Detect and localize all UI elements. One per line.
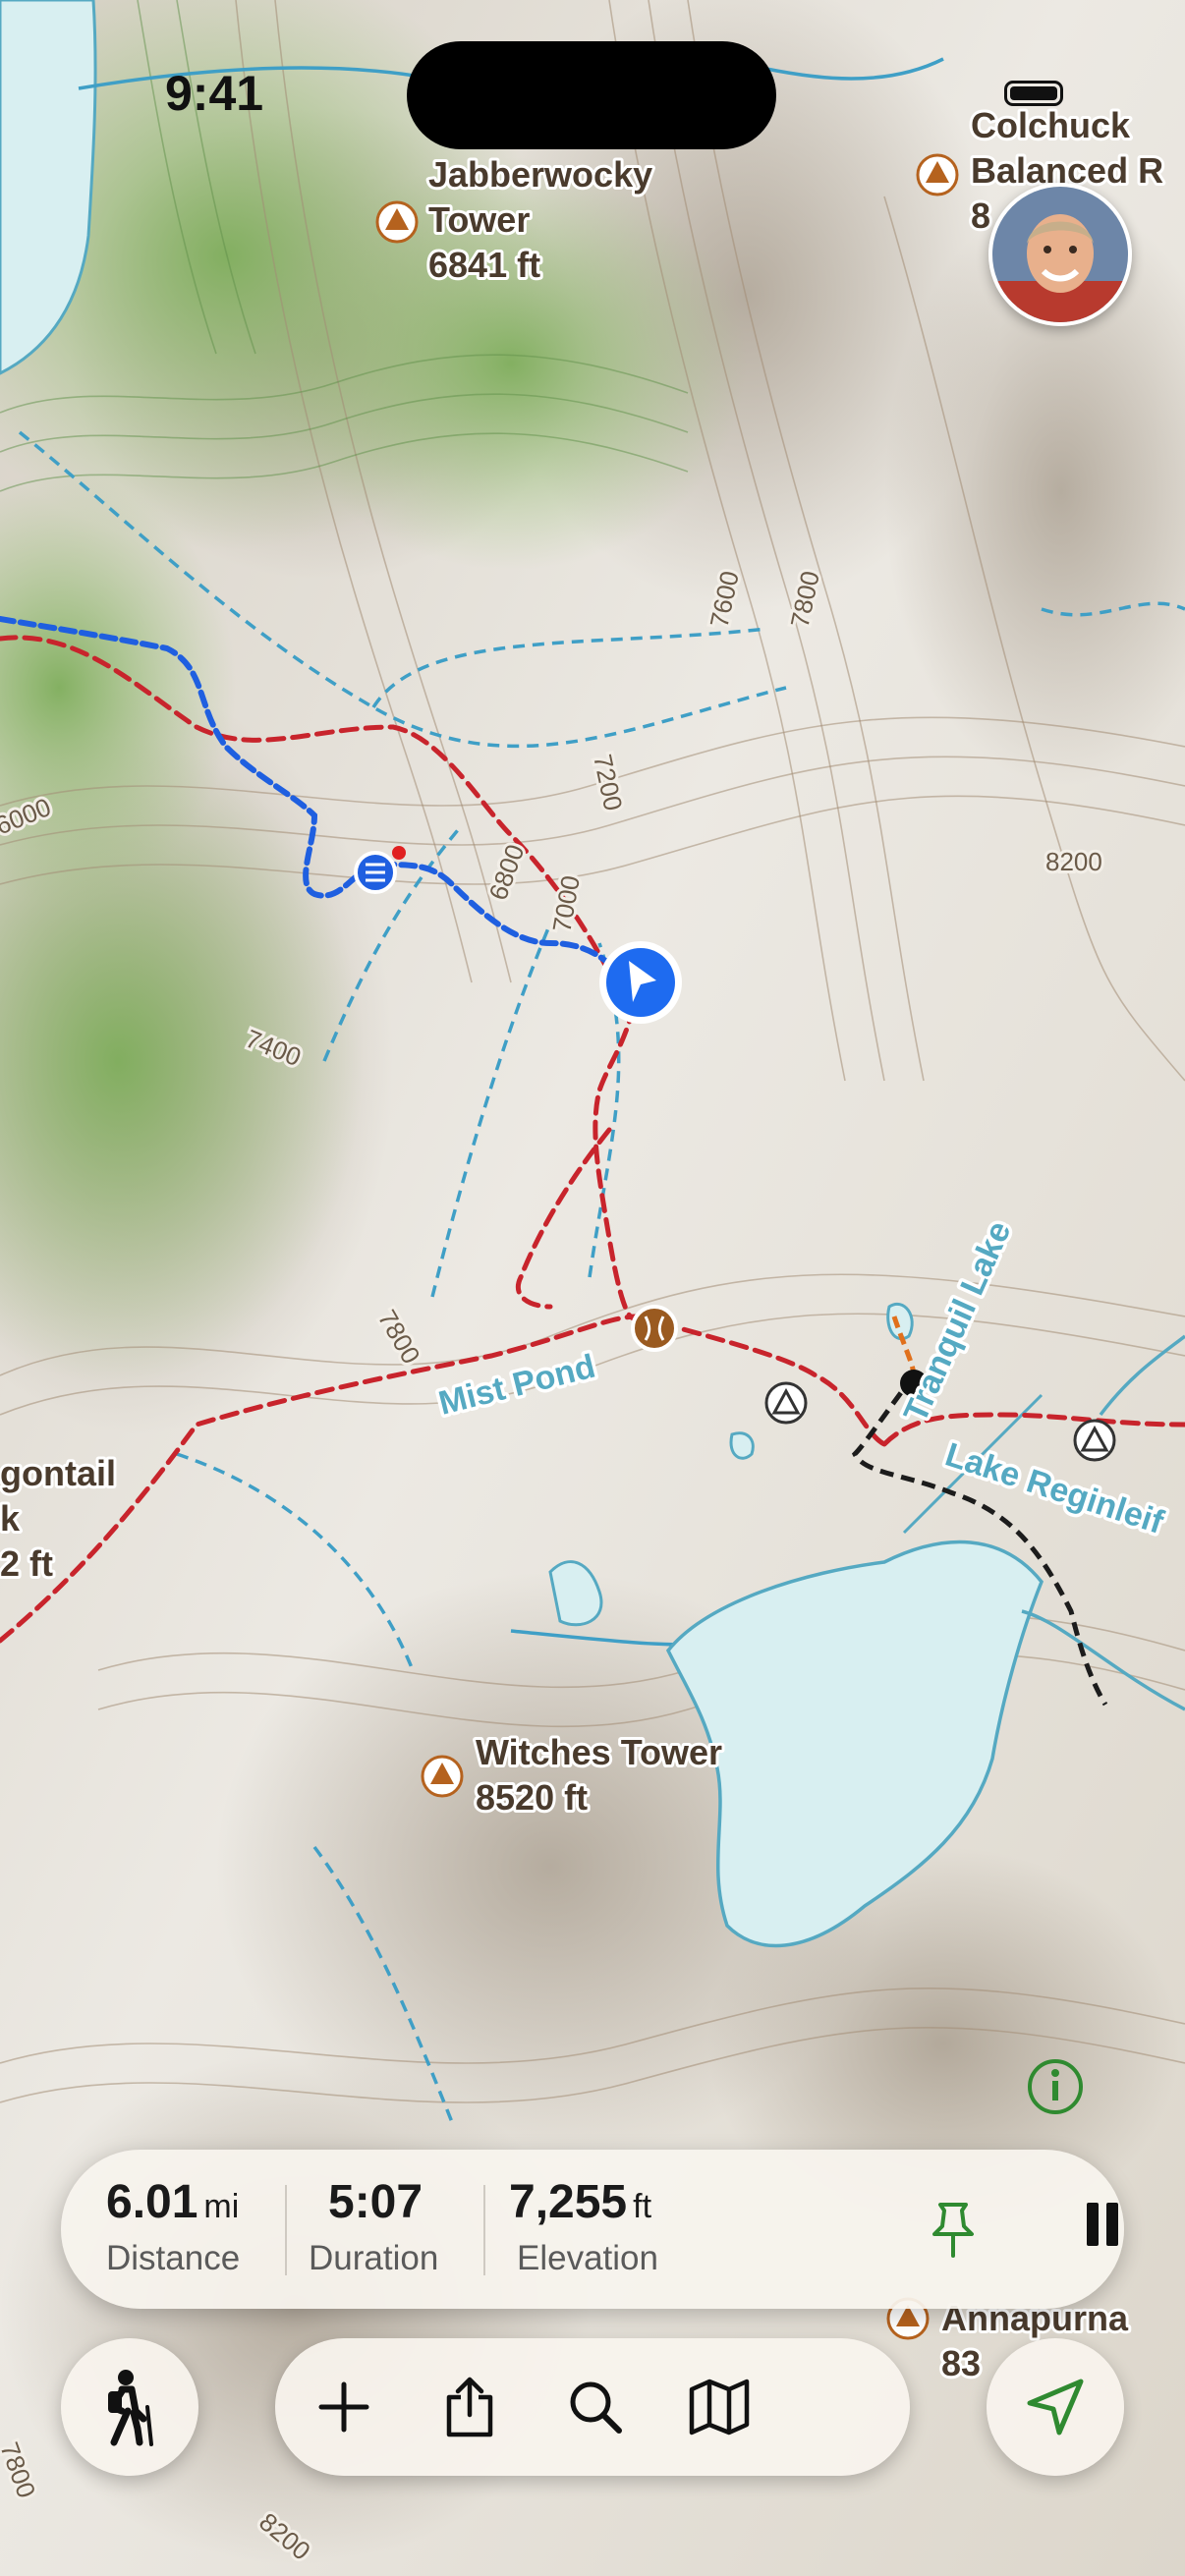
elevation-stat: 7,255 ft Elevation bbox=[509, 2175, 658, 2278]
elevation-label: Elevation bbox=[517, 2239, 658, 2277]
pause-icon bbox=[1087, 2203, 1099, 2246]
peak-name-dragontail: gontail bbox=[0, 1453, 116, 1493]
share-button[interactable] bbox=[428, 2366, 511, 2448]
peak-elevation-witches-tower: 8520 ft bbox=[476, 1777, 588, 1818]
peak-elevation-annapurna: 83 bbox=[941, 2343, 981, 2383]
share-icon bbox=[446, 2377, 493, 2437]
trailhead-icon[interactable] bbox=[631, 1305, 678, 1352]
duration-stat: 5:07 Duration bbox=[309, 2175, 438, 2278]
distance-value: 6.01 bbox=[106, 2176, 198, 2228]
tracking-stats-card: 6.01 mi Distance 5:07 Duration 7,255 ft El… bbox=[61, 2150, 1124, 2309]
distance-unit: mi bbox=[203, 2188, 240, 2225]
search-button[interactable] bbox=[554, 2366, 637, 2448]
peak-name-jabberwocky-2: Tower bbox=[428, 199, 530, 240]
add-waypoint-button[interactable] bbox=[916, 2193, 990, 2268]
activity-mode-button[interactable] bbox=[61, 2338, 198, 2476]
current-location-marker bbox=[599, 941, 682, 1024]
duration-value: 5:07 bbox=[328, 2176, 423, 2228]
distance-label: Distance bbox=[106, 2239, 241, 2277]
locate-me-button[interactable] bbox=[987, 2338, 1124, 2476]
pin-icon bbox=[932, 2203, 974, 2258]
peak-icon[interactable] bbox=[421, 1755, 464, 1798]
pause-icon-bar bbox=[1106, 2203, 1118, 2246]
peak-name-jabberwocky: Jabberwocky bbox=[428, 154, 652, 195]
dynamic-island bbox=[407, 41, 776, 149]
battery-icon bbox=[1004, 81, 1063, 106]
pause-button[interactable] bbox=[1081, 2199, 1124, 2262]
contour-label: 8200 bbox=[1045, 847, 1102, 876]
status-bar-time: 9:41 bbox=[165, 66, 264, 121]
campsite-icon[interactable] bbox=[1073, 1419, 1116, 1462]
peak-icon[interactable] bbox=[375, 200, 419, 244]
map-layers-icon bbox=[689, 2379, 750, 2436]
peak-elevation-jabberwocky: 6841 ft bbox=[428, 245, 540, 285]
user-photo bbox=[992, 187, 1128, 322]
add-button[interactable] bbox=[303, 2366, 385, 2448]
peak-elevation-dragontail: 2 ft bbox=[0, 1543, 53, 1584]
bottom-toolbar bbox=[275, 2338, 910, 2476]
duration-label: Duration bbox=[309, 2239, 439, 2277]
distance-stat: 6.01 mi Distance bbox=[106, 2175, 240, 2278]
peak-name-dragontail-2: k bbox=[0, 1498, 21, 1539]
location-arrow-icon bbox=[1027, 2379, 1084, 2436]
peak-name-witches-tower: Witches Tower bbox=[476, 1732, 722, 1772]
elevation-value: 7,255 bbox=[509, 2176, 628, 2228]
peak-elevation-colchuck: 8 bbox=[971, 196, 990, 236]
peak-icon[interactable] bbox=[916, 153, 959, 196]
add-icon bbox=[318, 2381, 369, 2433]
stat-divider bbox=[285, 2185, 287, 2275]
profile-avatar[interactable] bbox=[988, 183, 1132, 326]
peak-name-colchuck: Colchuck bbox=[971, 105, 1131, 145]
activity-hiker-icon bbox=[108, 2370, 153, 2446]
map-screen: Jabberwocky Tower 6841 ft Colchuck Balan… bbox=[0, 0, 1185, 2576]
map-layers-button[interactable] bbox=[678, 2366, 761, 2448]
search-icon bbox=[570, 2381, 622, 2434]
campsite-icon[interactable] bbox=[764, 1381, 808, 1425]
stat-divider bbox=[483, 2185, 485, 2275]
elevation-unit: ft bbox=[633, 2188, 652, 2225]
